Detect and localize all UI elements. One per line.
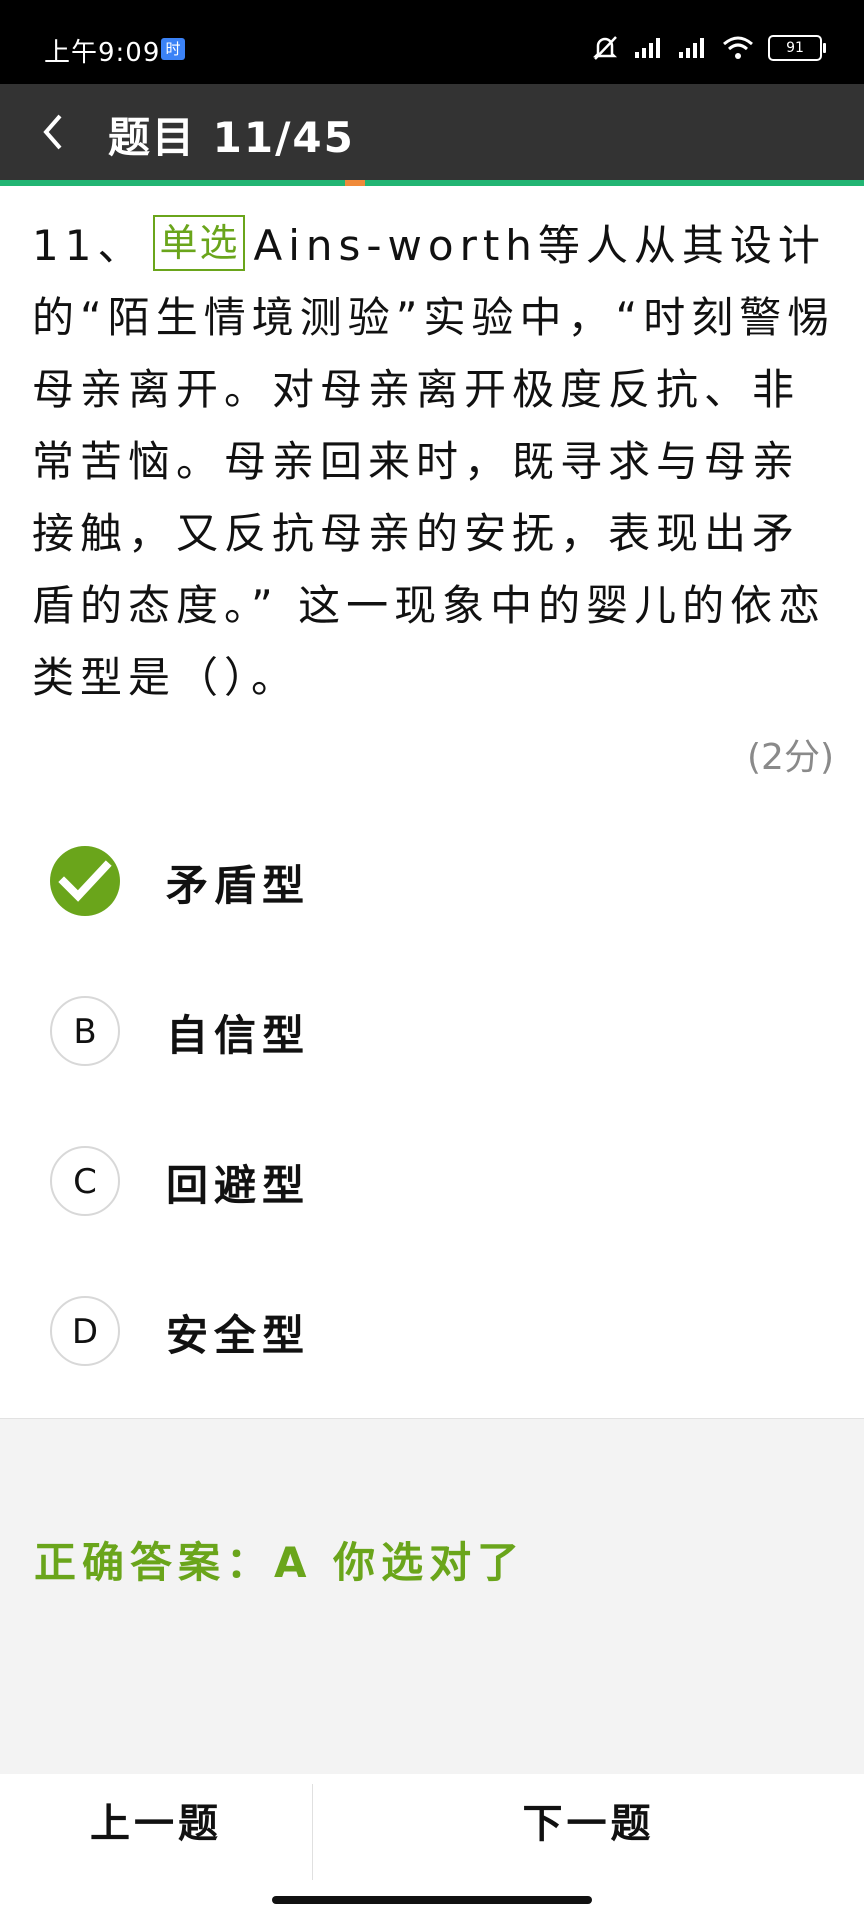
chevron-left-icon: [43, 114, 62, 150]
question-number: 11、: [32, 221, 146, 270]
next-question-button[interactable]: 下一题: [313, 1774, 864, 1874]
question-stem: Ains-worth等人从其设计的“陌生情境测验”实验中，“时刻警惕母亲离开。对…: [32, 221, 836, 702]
status-bar: 上午9:09 时 91: [0, 0, 864, 84]
app-header: 题目 11/45: [0, 84, 864, 180]
option-b[interactable]: B 自信型: [0, 976, 864, 1086]
option-d-letter: D: [50, 1296, 120, 1366]
battery-icon: 91: [768, 35, 826, 61]
option-c-letter: C: [50, 1146, 120, 1216]
page-title: 题目 11/45: [108, 113, 355, 162]
option-a-label: 矛盾型: [166, 861, 311, 910]
option-c-label: 回避型: [166, 1161, 311, 1210]
prev-question-button[interactable]: 上一题: [0, 1774, 312, 1874]
status-time: 上午9:09: [44, 38, 161, 68]
option-c[interactable]: C 回避型: [0, 1126, 864, 1236]
option-d[interactable]: D 安全型: [0, 1276, 864, 1386]
option-d-label: 安全型: [166, 1311, 311, 1360]
answer-panel: 正确答案：A 你选对了: [0, 1418, 864, 1775]
signal-icon-2: [678, 36, 708, 60]
question-type-tag: 单选: [153, 215, 246, 271]
option-b-letter: B: [50, 996, 120, 1066]
wifi-icon: [722, 35, 754, 61]
question-score: (2分): [747, 737, 834, 778]
mute-bell-icon: [590, 33, 620, 63]
progress-bar: [0, 180, 864, 186]
status-badge: 时: [161, 38, 185, 60]
back-button[interactable]: [32, 108, 80, 156]
question-text-block: 11、 单选 Ains-worth等人从其设计的“陌生情境测验”实验中，“时刻警惕母…: [32, 210, 837, 714]
correct-answer-text: 正确答案：A 你选对了: [34, 1538, 526, 1587]
checkmark-icon: [50, 846, 120, 916]
option-b-label: 自信型: [166, 1011, 311, 1060]
signal-icon: [634, 36, 664, 60]
home-indicator[interactable]: [272, 1896, 592, 1904]
option-a[interactable]: 矛盾型: [0, 826, 864, 936]
progress-marker: [345, 180, 365, 186]
